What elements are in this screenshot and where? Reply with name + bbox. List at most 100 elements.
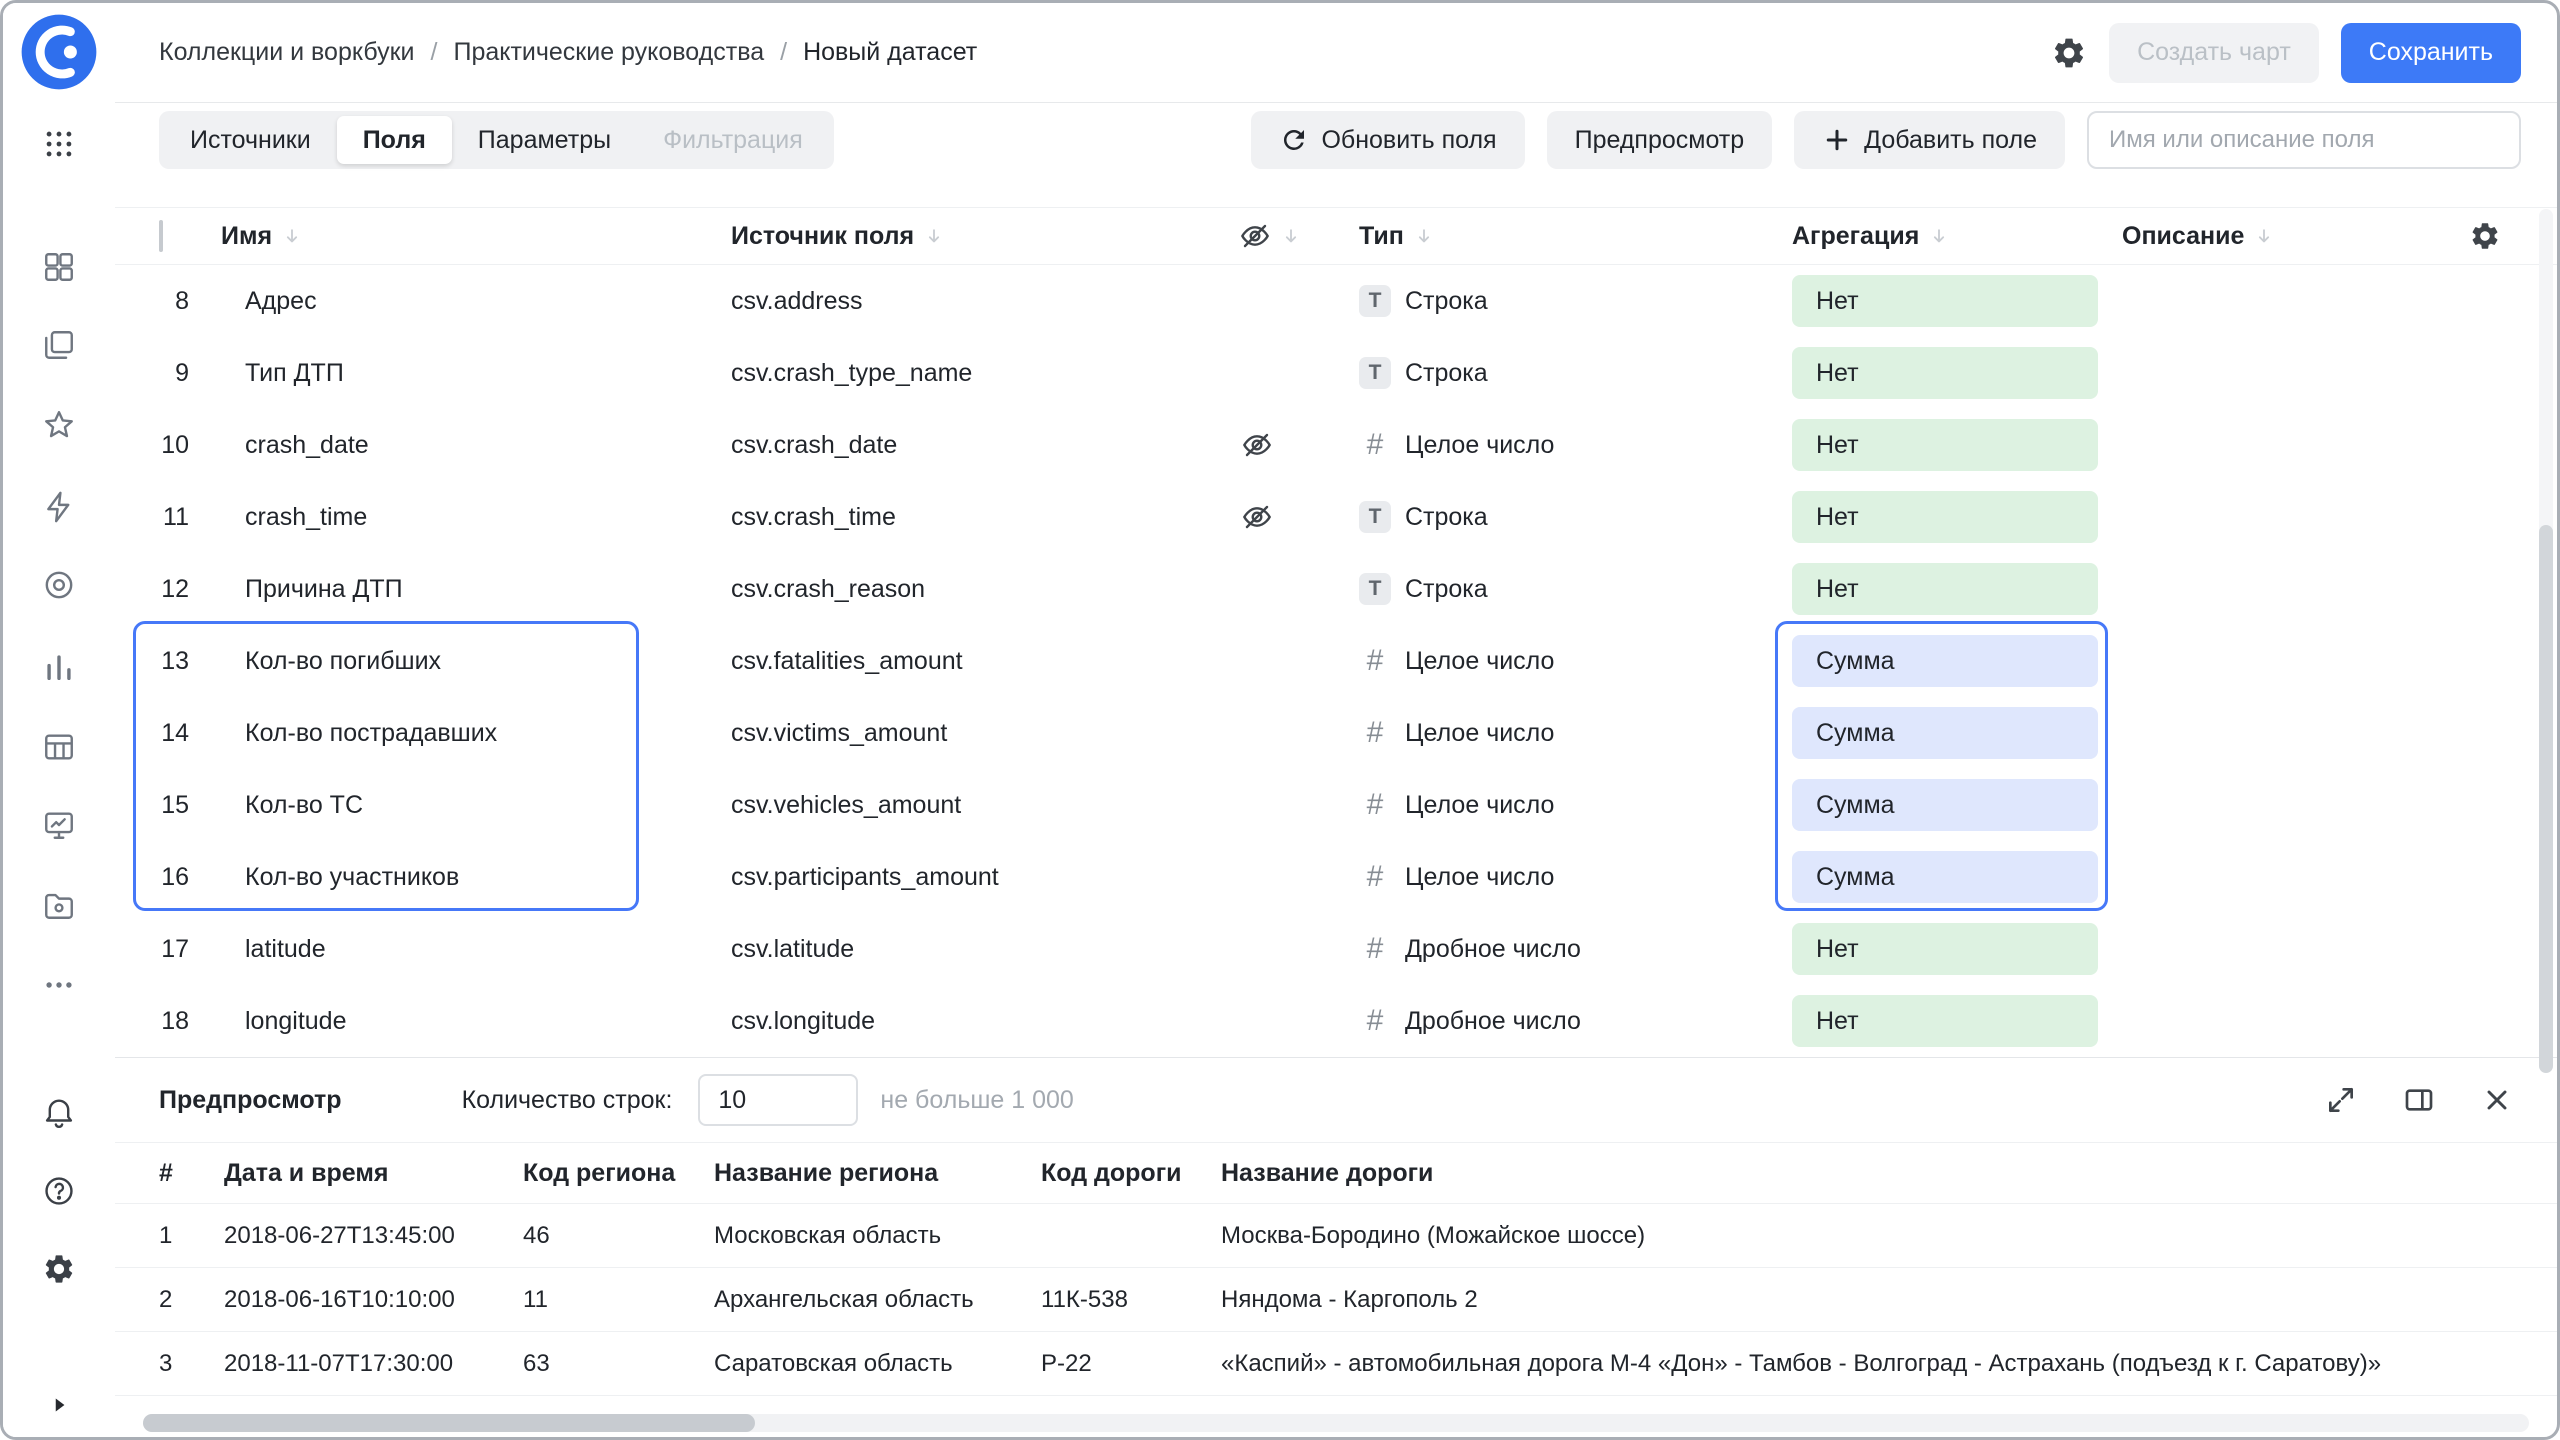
preview-row-number: 2 — [159, 1286, 224, 1314]
field-name[interactable]: Адрес — [221, 287, 731, 316]
aggregation-badge[interactable]: Сумма — [1792, 779, 2098, 831]
field-row[interactable]: 17 latitude csv.latitude # Дробное число… — [115, 913, 2557, 985]
column-header-name[interactable]: Имя — [221, 222, 731, 251]
field-name[interactable]: latitude — [221, 935, 731, 964]
field-name[interactable]: crash_date — [221, 431, 731, 460]
aggregation-badge[interactable]: Сумма — [1792, 851, 2098, 903]
field-name[interactable]: Кол-во участников — [221, 863, 731, 892]
aggregation-badge[interactable]: Сумма — [1792, 635, 2098, 687]
preview-toggle-button[interactable]: Предпросмотр — [1547, 111, 1773, 169]
vertical-scrollbar-thumb[interactable] — [2539, 525, 2553, 1073]
preview-header: Предпросмотр Количество строк: не больше… — [115, 1058, 2557, 1142]
field-row[interactable]: 9 Тип ДТП csv.crash_type_name T Строка Н… — [115, 337, 2557, 409]
preview-expand-icon[interactable] — [2325, 1084, 2357, 1116]
field-name[interactable]: crash_time — [221, 503, 731, 532]
preview-cell: 11К-538 — [1041, 1286, 1221, 1314]
aggregation-badge[interactable]: Нет — [1792, 347, 2098, 399]
field-row[interactable]: 11 crash_time csv.crash_time T Строка Не… — [115, 481, 2557, 553]
apps-grid-icon[interactable] — [31, 122, 87, 166]
field-row-number: 8 — [159, 287, 189, 316]
preview-cell: Р-22 — [1041, 1350, 1221, 1378]
column-header-description[interactable]: Описание — [2122, 222, 2442, 251]
rows-count-input[interactable] — [698, 1074, 858, 1126]
field-type-icon: # — [1359, 429, 1391, 461]
field-row-number: 17 — [159, 935, 189, 964]
breadcrumb-item-workbook[interactable]: Практические руководства — [453, 38, 764, 67]
field-type-label: Дробное число — [1405, 1007, 1581, 1036]
save-button[interactable]: Сохранить — [2341, 23, 2521, 83]
field-row[interactable]: 10 crash_date csv.crash_date # Целое чис… — [115, 409, 2557, 481]
hidden-eye-icon[interactable] — [1239, 501, 1359, 533]
preview-close-icon[interactable] — [2481, 1084, 2513, 1116]
sort-arrow-icon[interactable] — [1414, 226, 1434, 246]
horizontal-scrollbar[interactable] — [143, 1414, 2529, 1432]
collections-icon[interactable] — [31, 323, 87, 367]
datalens-logo-icon[interactable] — [20, 13, 98, 91]
field-type-label: Целое число — [1405, 791, 1554, 820]
aggregation-badge[interactable]: Нет — [1792, 995, 2098, 1047]
horizontal-scrollbar-thumb[interactable] — [143, 1414, 755, 1432]
column-header-type[interactable]: Тип — [1359, 222, 1792, 251]
sort-arrow-icon[interactable] — [1929, 226, 1949, 246]
field-row[interactable]: 12 Причина ДТП csv.crash_reason T Строка… — [115, 553, 2557, 625]
notifications-bell-icon[interactable] — [31, 1090, 87, 1134]
field-name[interactable]: Кол-во погибших — [221, 647, 731, 676]
monitoring-icon[interactable] — [31, 803, 87, 847]
field-row[interactable]: 13 Кол-во погибших csv.fatalities_amount… — [115, 625, 2557, 697]
field-row[interactable]: 8 Адрес csv.address T Строка Нет — [115, 265, 2557, 337]
settings-gear-icon[interactable] — [31, 1247, 87, 1291]
sort-arrow-icon[interactable] — [1281, 226, 1301, 246]
field-name[interactable]: Кол-во ТС — [221, 791, 731, 820]
field-name[interactable]: Причина ДТП — [221, 575, 731, 604]
hidden-eye-icon — [1239, 220, 1271, 252]
column-header-hidden[interactable] — [1239, 220, 1359, 252]
sort-arrow-icon[interactable] — [924, 226, 944, 246]
aggregation-badge[interactable]: Нет — [1792, 275, 2098, 327]
field-name[interactable]: Тип ДТП — [221, 359, 731, 388]
charts-icon[interactable] — [31, 645, 87, 689]
field-row[interactable]: 16 Кол-во участников csv.participants_am… — [115, 841, 2557, 913]
field-name[interactable]: Кол-во пострадавших — [221, 719, 731, 748]
aggregation-badge[interactable]: Нет — [1792, 563, 2098, 615]
field-search-input[interactable] — [2087, 111, 2521, 169]
storage-folder-icon[interactable] — [31, 883, 87, 927]
create-chart-button[interactable]: Создать чарт — [2109, 23, 2319, 83]
breadcrumb-separator: / — [431, 38, 438, 67]
field-name[interactable]: longitude — [221, 1007, 731, 1036]
refresh-fields-label: Обновить поля — [1321, 126, 1496, 155]
toolbar-actions: Обновить поля Предпросмотр Добавить поле — [1251, 111, 2521, 169]
breadcrumb-separator: / — [780, 38, 787, 67]
add-field-button[interactable]: Добавить поле — [1794, 111, 2065, 169]
tab-sources[interactable]: Источники — [164, 116, 337, 164]
aggregation-badge[interactable]: Нет — [1792, 923, 2098, 975]
dashboards-icon[interactable] — [31, 245, 87, 289]
field-row[interactable]: 18 longitude csv.longitude # Дробное чис… — [115, 985, 2557, 1057]
hidden-eye-icon[interactable] — [1239, 429, 1359, 461]
preview-dock-icon[interactable] — [2403, 1084, 2435, 1116]
table-settings-gear-icon[interactable] — [2469, 220, 2501, 252]
sidebar-collapse-icon[interactable] — [46, 1392, 72, 1423]
more-ellipsis-icon[interactable] — [31, 963, 87, 1007]
tables-icon[interactable] — [31, 725, 87, 769]
field-row[interactable]: 15 Кол-во ТС csv.vehicles_amount # Целое… — [115, 769, 2557, 841]
dataset-settings-gear-icon[interactable] — [2051, 35, 2087, 71]
column-header-aggregation[interactable]: Агрегация — [1792, 222, 2122, 251]
aggregation-badge[interactable]: Нет — [1792, 491, 2098, 543]
tab-parameters[interactable]: Параметры — [452, 116, 637, 164]
preview-col-region-name: Название региона — [714, 1159, 1041, 1188]
breadcrumb-item-collections[interactable]: Коллекции и воркбуки — [159, 38, 415, 67]
sort-arrow-icon[interactable] — [282, 226, 302, 246]
connections-lightning-icon[interactable] — [31, 485, 87, 529]
select-all-checkbox[interactable] — [159, 220, 163, 252]
sort-arrow-icon[interactable] — [2254, 226, 2274, 246]
aggregation-badge[interactable]: Сумма — [1792, 707, 2098, 759]
help-icon[interactable] — [31, 1169, 87, 1213]
favorites-star-icon[interactable] — [31, 403, 87, 447]
aggregation-badge[interactable]: Нет — [1792, 419, 2098, 471]
refresh-fields-button[interactable]: Обновить поля — [1251, 111, 1524, 169]
preview-cell: 11 — [523, 1286, 714, 1314]
tab-fields[interactable]: Поля — [337, 116, 452, 164]
column-header-source[interactable]: Источник поля — [731, 222, 1239, 251]
field-row[interactable]: 14 Кол-во пострадавших csv.victims_amoun… — [115, 697, 2557, 769]
datalens-lens-icon[interactable] — [31, 563, 87, 607]
